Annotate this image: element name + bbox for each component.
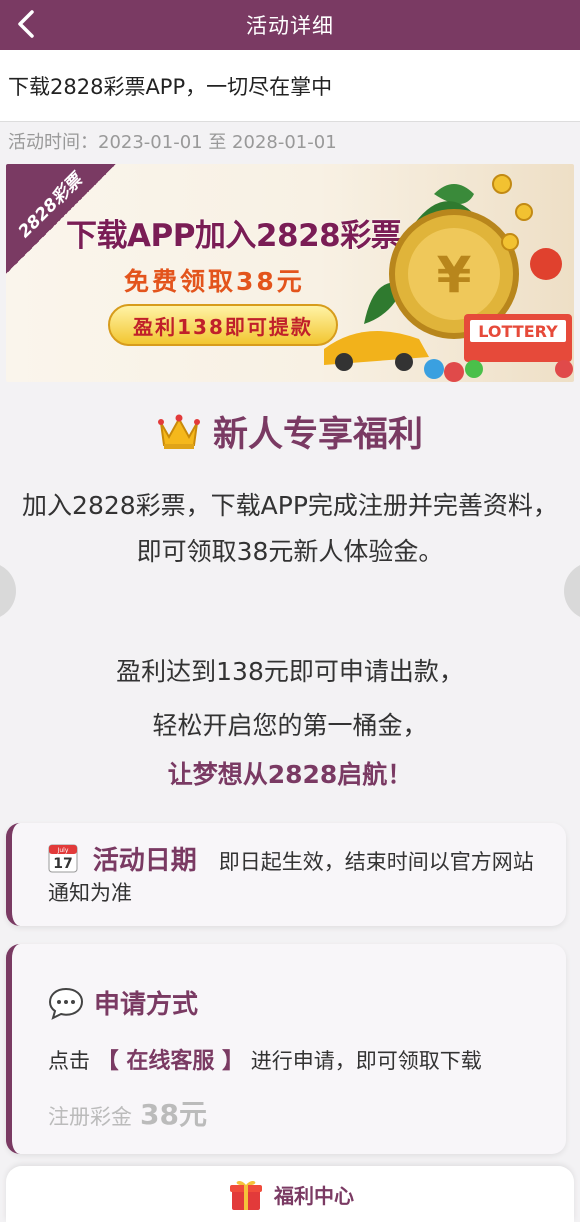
welfare-line-4: 轻松开启您的第一桶金， [152, 711, 428, 740]
welfare-line-2: 即可领取38元新人体验金。 [136, 537, 444, 566]
svg-text:¥: ¥ [437, 246, 472, 304]
apply-faded-line: 注册彩金 38元 [48, 1093, 538, 1133]
apply-method-card: 申请方式 点击 【 在线客服 】 进行申请，即可领取下载 注册彩金 38元 [6, 944, 566, 1154]
activity-headline: 下载2828彩票APP，一切尽在掌中 [0, 50, 580, 122]
banner-subtitle: 免费领取38元 [124, 267, 305, 296]
apply-suffix: 进行申请，即可领取下载 [250, 1049, 482, 1073]
app-header: 活动详细 [0, 0, 580, 50]
welfare-center-label: 福利中心 [274, 1183, 354, 1208]
activity-time: 活动时间：2023-01-01 至 2028-01-01 [0, 122, 580, 160]
back-button[interactable] [8, 6, 44, 42]
activity-date-card: July 17 活动日期 即日起生效，结束时间以官方网站通知为准 [6, 823, 566, 926]
activity-date-label: 活动日期 [92, 846, 197, 876]
apply-fade-amount: 38元 [140, 1098, 207, 1131]
welfare-line-3: 盈利达到138元即可申请出款， [116, 657, 464, 686]
crown-icon [157, 414, 200, 449]
welfare-line-1: 加入2828彩票，下载APP完成注册并完善资料， [22, 491, 558, 520]
welfare-center-button[interactable]: 福利中心 [6, 1166, 574, 1222]
calendar-day: 17 [53, 856, 72, 872]
apply-prefix: 点击 [48, 1049, 90, 1073]
welfare-title-text: 新人专享福利 [212, 415, 423, 455]
banner-pill: 盈利138即可提款 [108, 304, 338, 346]
calendar-month: July [57, 847, 69, 854]
apply-method-line: 点击 【 在线客服 】 进行申请，即可领取下载 [48, 1043, 538, 1075]
lottery-ticket-label: LOTTERY [478, 322, 558, 341]
welfare-section-title: 新人专享福利 [0, 406, 580, 457]
speech-bubble-icon [48, 987, 84, 1020]
activity-time-label: 活动时间： [8, 132, 98, 153]
coins-lottery-illustration: ¥ LOTTERY [324, 174, 573, 382]
chevron-left-icon [18, 10, 34, 38]
online-service-link[interactable]: 【 在线客服 】 [97, 1049, 244, 1074]
apply-method-label: 申请方式 [94, 990, 199, 1020]
gift-icon [230, 1180, 262, 1210]
apply-fade-text: 注册彩金 [48, 1105, 132, 1129]
page-title: 活动详细 [246, 14, 334, 38]
apply-method-header: 申请方式 [48, 984, 538, 1021]
activity-time-value: 2023-01-01 至 2028-01-01 [98, 132, 337, 153]
promo-banner[interactable]: 2828彩票 下载APP加入2828彩票 免费领取38元 盈利138即可提款 ¥… [6, 164, 574, 382]
welfare-description-2: 盈利达到138元即可申请出款， 轻松开启您的第一桶金， [0, 645, 580, 753]
welfare-highlight: 让梦想从2828启航！ [167, 760, 413, 789]
calendar-icon: July 17 [48, 844, 78, 873]
welfare-description-1: 加入2828彩票，下载APP完成注册并完善资料， 即可领取38元新人体验金。 [0, 483, 580, 575]
